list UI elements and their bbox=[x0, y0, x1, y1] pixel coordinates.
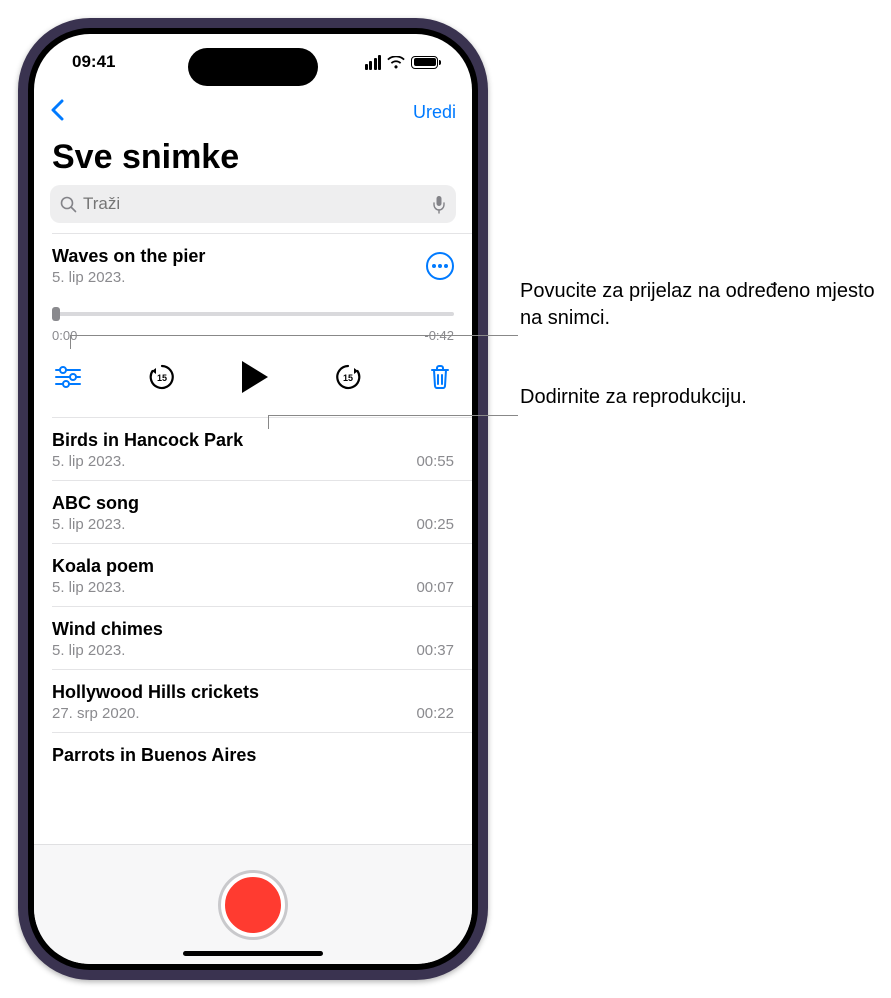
scrubber-track bbox=[52, 312, 454, 316]
play-icon bbox=[242, 361, 268, 393]
recording-title: Koala poem bbox=[52, 556, 454, 577]
recordings-list: Waves on the pier 5. lip 2023. 0:00 - bbox=[34, 233, 472, 844]
search-field[interactable] bbox=[50, 185, 456, 223]
recording-duration: 00:25 bbox=[416, 516, 454, 533]
recording-date: 5. lip 2023. bbox=[52, 269, 205, 286]
skip-forward-15-button[interactable]: 15 bbox=[333, 362, 363, 392]
recording-item[interactable]: Parrots in Buenos Aires bbox=[34, 733, 472, 766]
trash-icon bbox=[428, 364, 452, 390]
recording-item[interactable]: Wind chimes 5. lip 2023. 00:37 bbox=[34, 607, 472, 669]
search-input[interactable] bbox=[83, 194, 426, 214]
callout-leader bbox=[70, 335, 518, 336]
screen: 09:41 Uredi Sve snimke bbox=[34, 34, 472, 964]
battery-icon bbox=[411, 56, 438, 69]
recording-item[interactable]: ABC song 5. lip 2023. 00:25 bbox=[34, 481, 472, 543]
wifi-icon bbox=[387, 56, 405, 69]
edit-button[interactable]: Uredi bbox=[413, 102, 456, 123]
recording-title: Hollywood Hills crickets bbox=[52, 682, 454, 703]
playback-scrubber[interactable] bbox=[52, 304, 454, 324]
ellipsis-icon bbox=[432, 264, 448, 268]
recording-title: Waves on the pier bbox=[52, 246, 205, 267]
recording-duration: 00:37 bbox=[416, 642, 454, 659]
recording-date: 5. lip 2023. bbox=[52, 642, 125, 659]
callout-scrub: Povucite za prijelaz na određeno mjesto … bbox=[520, 278, 880, 332]
scrubber-thumb[interactable] bbox=[52, 307, 60, 321]
nav-bar: Uredi bbox=[34, 90, 472, 134]
sliders-icon bbox=[54, 366, 82, 388]
recording-selected[interactable]: Waves on the pier 5. lip 2023. 0:00 - bbox=[34, 234, 472, 417]
phone-bezel: 09:41 Uredi Sve snimke bbox=[28, 28, 478, 970]
svg-text:15: 15 bbox=[157, 373, 167, 383]
recording-duration: 00:22 bbox=[416, 705, 454, 722]
dictate-icon[interactable] bbox=[432, 195, 446, 214]
callout-play: Dodirnite za reprodukciju. bbox=[520, 384, 747, 411]
recording-date: 5. lip 2023. bbox=[52, 516, 125, 533]
recording-duration: 00:07 bbox=[416, 579, 454, 596]
cell-signal-icon bbox=[365, 55, 382, 70]
options-button[interactable] bbox=[54, 366, 82, 388]
dynamic-island bbox=[188, 48, 318, 86]
recording-date: 5. lip 2023. bbox=[52, 453, 125, 470]
record-bar bbox=[34, 844, 472, 964]
callout-leader bbox=[268, 415, 518, 416]
phone-frame: 09:41 Uredi Sve snimke bbox=[18, 18, 488, 980]
recording-title: Parrots in Buenos Aires bbox=[52, 745, 454, 766]
home-indicator bbox=[183, 951, 323, 956]
play-button[interactable] bbox=[242, 361, 268, 393]
recording-title: Birds in Hancock Park bbox=[52, 430, 454, 451]
recording-date: 5. lip 2023. bbox=[52, 579, 125, 596]
recording-duration: 00:55 bbox=[416, 453, 454, 470]
delete-button[interactable] bbox=[428, 364, 452, 390]
recording-date: 27. srp 2020. bbox=[52, 705, 140, 722]
page-title: Sve snimke bbox=[34, 134, 472, 185]
recording-item[interactable]: Hollywood Hills crickets 27. srp 2020. 0… bbox=[34, 670, 472, 732]
playback-controls: 15 15 bbox=[52, 343, 454, 407]
recording-item[interactable]: Birds in Hancock Park 5. lip 2023. 00:55 bbox=[34, 418, 472, 480]
more-button[interactable] bbox=[426, 252, 454, 280]
record-button[interactable] bbox=[221, 873, 285, 937]
svg-text:15: 15 bbox=[343, 373, 353, 383]
skip-back-icon: 15 bbox=[147, 362, 177, 392]
recording-item[interactable]: Koala poem 5. lip 2023. 00:07 bbox=[34, 544, 472, 606]
skip-forward-icon: 15 bbox=[333, 362, 363, 392]
search-icon bbox=[60, 196, 77, 213]
recording-title: Wind chimes bbox=[52, 619, 454, 640]
recording-title: ABC song bbox=[52, 493, 454, 514]
back-button[interactable] bbox=[50, 98, 64, 126]
status-indicators bbox=[365, 55, 439, 70]
status-time: 09:41 bbox=[72, 52, 115, 72]
skip-back-15-button[interactable]: 15 bbox=[147, 362, 177, 392]
